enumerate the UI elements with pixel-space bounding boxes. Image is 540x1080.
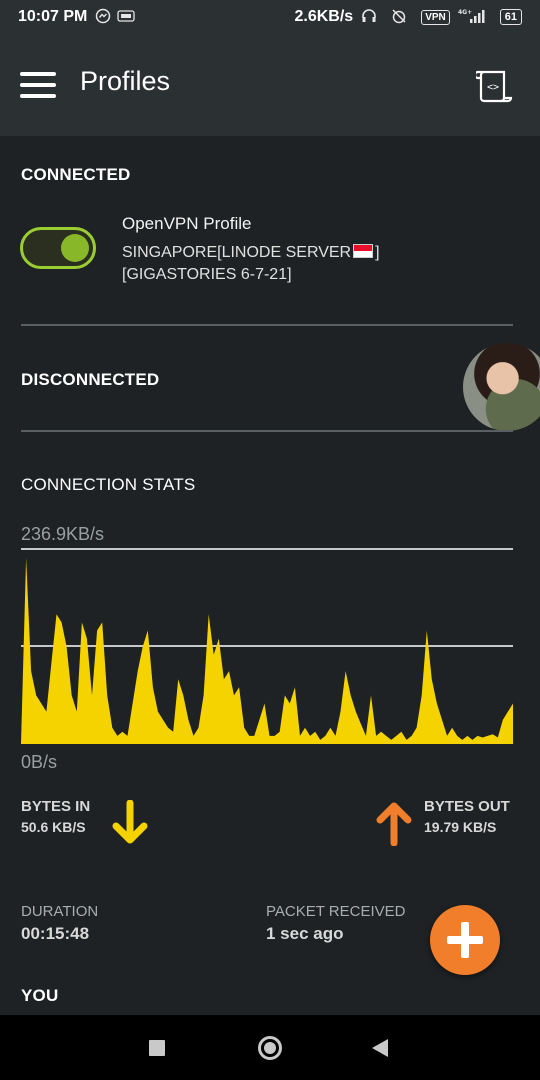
page-title: Profiles <box>80 66 171 96</box>
alarm-off-icon <box>391 8 407 27</box>
chart-max-label: 236.9KB/s <box>21 524 105 544</box>
system-nav-bar <box>0 1015 540 1080</box>
bytes-out-value: 19.79 KB/S <box>424 819 497 835</box>
packet-received-value: 1 sec ago <box>266 924 344 943</box>
connected-heading: CONNECTED <box>21 165 131 184</box>
duration-value: 00:15:48 <box>21 924 90 943</box>
divider <box>21 324 513 326</box>
recents-button[interactable] <box>149 1040 165 1056</box>
status-bar: 10:07 PM 2.6KB/s VPN 4G+ 61 <box>0 0 540 34</box>
bytes-in-label: BYTES IN <box>21 798 91 815</box>
status-time: 10:07 PM <box>18 8 88 25</box>
floating-avatar-bubble[interactable] <box>463 343 540 431</box>
toggle-knob <box>61 234 89 262</box>
hd-icon <box>117 9 136 25</box>
network-speed: 2.6KB/s <box>294 8 354 25</box>
connection-stats-heading: CONNECTION STATS <box>21 475 196 494</box>
signal-icon: 4G+ <box>458 8 486 27</box>
hamburger-menu-icon[interactable] <box>20 72 56 98</box>
code-file-icon[interactable]: <> <box>473 68 514 104</box>
vpn-connection-toggle[interactable] <box>20 227 96 269</box>
traffic-area-series <box>21 557 513 744</box>
duration-label: DURATION <box>21 903 99 920</box>
you-heading: YOU <box>21 986 59 1005</box>
arrow-up-icon <box>376 802 412 846</box>
traffic-chart <box>21 548 513 744</box>
vpn-badge: VPN <box>421 9 450 25</box>
disconnected-heading: DISCONNECTED <box>21 370 160 389</box>
app-bar: Profiles <> <box>0 34 540 136</box>
svg-text:4G+: 4G+ <box>458 9 472 16</box>
chart-min-label: 0B/s <box>21 752 58 772</box>
profile-detail[interactable]: SINGAPORE[LINODE SERVER] [GIGASTORIES 6-… <box>122 242 412 286</box>
plus-icon-vertical <box>461 922 469 958</box>
packet-received-label: PACKET RECEIVED <box>266 903 406 920</box>
profile-detail-line-1-end: ] <box>375 244 380 261</box>
profile-name[interactable]: OpenVPN Profile <box>122 214 251 234</box>
bytes-in-value: 50.6 KB/S <box>21 819 86 835</box>
messenger-icon <box>95 8 111 27</box>
home-button[interactable] <box>258 1036 282 1060</box>
battery-icon: 61 <box>499 9 522 25</box>
add-profile-button[interactable] <box>430 905 500 975</box>
singapore-flag-icon <box>353 244 374 258</box>
bytes-out-label: BYTES OUT <box>424 798 510 815</box>
headset-icon <box>361 8 377 27</box>
profile-detail-line-2: [GIGASTORIES 6-7-21] <box>122 266 292 283</box>
arrow-down-icon <box>112 800 148 844</box>
back-button[interactable] <box>372 1039 388 1057</box>
svg-text:<>: <> <box>487 82 499 93</box>
profile-detail-line-1: SINGAPORE[LINODE SERVER <box>122 244 352 261</box>
divider <box>21 430 513 432</box>
